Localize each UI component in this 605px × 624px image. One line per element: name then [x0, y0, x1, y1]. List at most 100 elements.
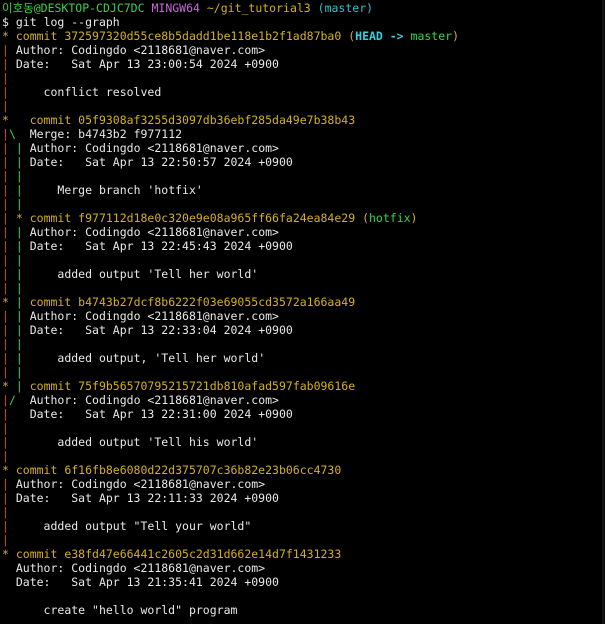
graph-segment: |: [15, 351, 30, 365]
graph-segment: |: [2, 225, 16, 239]
graph-segment: |: [2, 141, 16, 155]
graph-segment: |: [2, 239, 16, 253]
graph-segment: |: [2, 71, 16, 85]
graph-segment: |: [15, 239, 30, 253]
prompt-branch: (master): [317, 1, 374, 15]
graph-segment: |: [15, 169, 30, 183]
terminal-line: | Date: Sat Apr 13 23:00:54 2024 +0900: [2, 57, 605, 71]
graph-segment: |: [2, 309, 16, 323]
terminal-line: | | Author: Codingdo <2118681@naver.com>: [2, 309, 605, 323]
graph-segment: |: [15, 267, 30, 281]
prompt-symbol: $: [2, 15, 9, 29]
log-text: commit f977112d18e0c320e9e08a965ff66fa24…: [29, 211, 356, 225]
log-text: Author: Codingdo <2118681@naver.com>: [29, 393, 279, 407]
prompt-shell: MINGW64: [151, 1, 200, 15]
graph-segment: |: [2, 477, 16, 491]
log-text: Merge: b4743b2 f977112: [29, 127, 183, 141]
graph-segment: |: [2, 407, 30, 421]
graph-segment: |: [2, 533, 16, 547]
graph-segment: |: [2, 435, 30, 449]
log-text: Date: Sat Apr 13 22:11:33 2024 +0900: [15, 491, 279, 505]
graph-segment: |: [2, 85, 16, 99]
terminal-line: * | commit 75f9b56570795215721db810afad5…: [2, 379, 605, 393]
graph-segment: |: [15, 183, 30, 197]
graph-segment: |: [2, 253, 16, 267]
graph-segment: |: [15, 281, 30, 295]
log-text: Author: Codingdo <2118681@naver.com>: [29, 225, 279, 239]
graph-segment: [2, 575, 16, 589]
graph-segment: |: [2, 491, 16, 505]
log-text: Date: Sat Apr 13 22:33:04 2024 +0900: [29, 323, 293, 337]
graph-segment: [2, 603, 16, 617]
terminal-line: * commit 05f9308af3255d3097db36ebf285da4…: [2, 113, 605, 127]
log-text: commit 372597320d55ce8b5dadd1be118e1b2f1…: [15, 29, 342, 43]
terminal-line: |: [2, 421, 605, 435]
graph-segment: /: [8, 393, 30, 407]
terminal-line: Author: Codingdo <2118681@naver.com>: [2, 561, 605, 575]
graph-segment: |: [2, 43, 16, 57]
log-text: added output, 'Tell her world': [29, 351, 266, 365]
log-text: commit e38fd47e66441c2605c2d31d662e14d7f…: [15, 547, 342, 561]
terminal-line: Date: Sat Apr 13 21:35:41 2024 +0900: [2, 575, 605, 589]
graph-segment: |: [15, 197, 30, 211]
graph-segment: |: [2, 323, 16, 337]
graph-segment: |: [2, 519, 16, 533]
log-text: Author: Codingdo <2118681@naver.com>: [15, 561, 266, 575]
terminal-line: |: [2, 533, 605, 547]
terminal-window[interactable]: 이호동@DESKTOP-CDJC7DC MINGW64 ~/git_tutori…: [0, 0, 605, 624]
log-text: Date: Sat Apr 13 21:35:41 2024 +0900: [15, 575, 279, 589]
log-text: ): [452, 29, 460, 43]
log-text: Author: Codingdo <2118681@naver.com>: [15, 477, 266, 491]
terminal-line: create "hello world" program: [2, 603, 605, 617]
graph-segment: |: [2, 281, 16, 295]
terminal-line: | |: [2, 337, 605, 351]
terminal-line: | | Date: Sat Apr 13 22:33:04 2024 +0900: [2, 323, 605, 337]
terminal-line: [2, 589, 605, 603]
log-text: conflict resolved: [15, 85, 162, 99]
log-text: added output 'Tell her world': [29, 267, 259, 281]
graph-segment: \: [8, 127, 30, 141]
graph-segment: |: [15, 253, 30, 267]
log-text: Date: Sat Apr 13 23:00:54 2024 +0900: [15, 57, 279, 71]
graph-segment: [2, 561, 16, 575]
graph-segment: |: [2, 183, 16, 197]
graph-segment: |: [15, 309, 30, 323]
log-text: hotfix: [369, 211, 411, 225]
graph-segment: |: [2, 421, 30, 435]
graph-segment: |: [15, 225, 30, 239]
log-text: Date: Sat Apr 13 22:45:43 2024 +0900: [29, 239, 293, 253]
terminal-line: | |: [2, 365, 605, 379]
graph-segment: *: [2, 463, 16, 477]
graph-segment: *: [2, 379, 16, 393]
terminal-line: $ git log --graph: [2, 15, 605, 29]
terminal-line: | | Date: Sat Apr 13 22:45:43 2024 +0900: [2, 239, 605, 253]
terminal-line: | | Merge branch 'hotfix': [2, 183, 605, 197]
graph-segment: |: [2, 365, 16, 379]
terminal-line: | |: [2, 169, 605, 183]
log-text: Merge branch 'hotfix': [29, 183, 203, 197]
terminal-line: | Date: Sat Apr 13 22:31:00 2024 +0900: [2, 407, 605, 421]
graph-segment: |: [15, 337, 30, 351]
terminal-line: | added output 'Tell his world': [2, 435, 605, 449]
graph-segment: *: [2, 29, 16, 43]
terminal-line: | |: [2, 253, 605, 267]
graph-segment: [2, 589, 16, 603]
log-text: commit 05f9308af3255d3097db36ebf285da49e…: [29, 113, 356, 127]
graph-segment: |: [2, 351, 16, 365]
graph-segment: |: [2, 505, 16, 519]
terminal-line: | |: [2, 281, 605, 295]
terminal-line: | | Date: Sat Apr 13 22:50:57 2024 +0900: [2, 155, 605, 169]
log-text: added output 'Tell his world': [29, 435, 259, 449]
graph-segment: |: [2, 99, 16, 113]
log-text: (: [341, 29, 356, 43]
terminal-line: |: [2, 99, 605, 113]
prompt-command: git log --graph: [15, 15, 120, 29]
log-text: commit 75f9b56570795215721db810afad597fa…: [29, 379, 356, 393]
log-text: ): [410, 211, 418, 225]
graph-segment: |: [15, 295, 30, 309]
log-text: added output "Tell your world": [15, 519, 252, 533]
terminal-line: | Author: Codingdo <2118681@naver.com>: [2, 477, 605, 491]
